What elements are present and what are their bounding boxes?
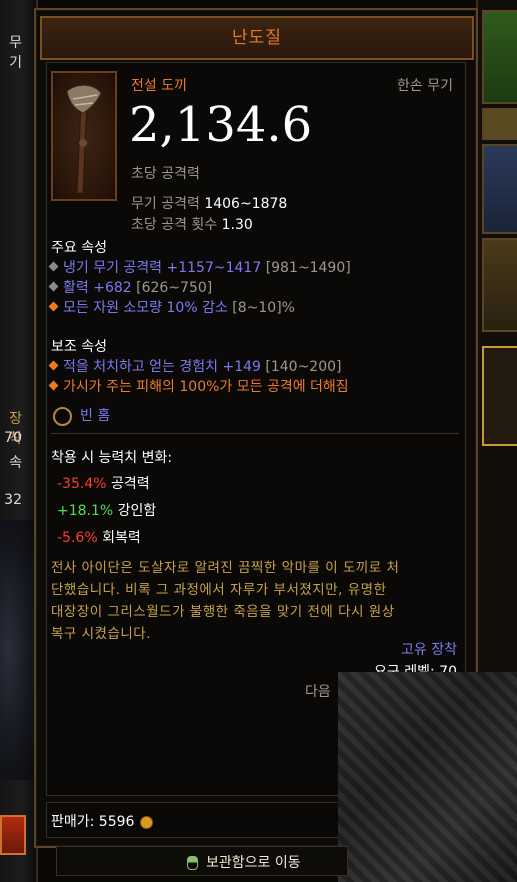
primary-stat: 모든 자원 소모량 10% 감소 [8~10]% xyxy=(48,297,295,317)
blurred-region-pattern xyxy=(338,672,517,882)
stat-change: -5.6% 회복력 xyxy=(57,530,141,546)
flavor-text-line: 대장장이 그리스월드가 불행한 죽음을 맞기 전에 다시 원상 xyxy=(51,604,395,620)
attack-speed-label: 초당 공격 횟수 xyxy=(131,217,218,233)
diamond-bullet-icon xyxy=(48,261,59,272)
axe-icon xyxy=(51,71,117,201)
change-header: 착용 시 능력치 변화: xyxy=(51,450,173,466)
diamond-bullet-icon xyxy=(48,360,59,371)
secondary-header: 보조 속성 xyxy=(51,339,107,355)
sell-price: 판매가: 5596 xyxy=(51,811,154,831)
dps-value: 2,134.6 xyxy=(129,97,313,153)
left-panel-text: 속 xyxy=(9,455,22,471)
inventory-slot[interactable] xyxy=(482,10,517,104)
socket-icon xyxy=(53,406,72,426)
menu-button[interactable] xyxy=(0,815,26,855)
stash-bar[interactable]: 보관함으로 이동 xyxy=(56,846,348,876)
gold-coin-icon xyxy=(140,815,154,829)
left-panel-text: 32 xyxy=(4,492,22,508)
stat-change: -35.4% 공격력 xyxy=(57,476,150,492)
secondary-stat: 가시가 주는 피해의 100%가 모든 공격에 더해짐 xyxy=(48,376,349,396)
flavor-text-line: 복구 시켰습니다. xyxy=(51,626,152,642)
empty-socket: 빈 홈 xyxy=(53,405,110,426)
dps-label: 초당 공격력 xyxy=(131,166,200,182)
diamond-bullet-icon xyxy=(48,301,59,312)
attack-speed-value: 1.30 xyxy=(221,217,253,233)
left-panel: 무기 장착 70 속 32 xyxy=(0,0,38,882)
diamond-bullet-icon xyxy=(48,281,59,292)
primary-stat: 활력 +682 [626~750] xyxy=(48,277,212,297)
unique-equip: 고유 장착 xyxy=(401,642,457,658)
inventory-slot[interactable] xyxy=(482,238,517,332)
flavor-text-line: 단했습니다. 비록 그 과정에서 자루가 부서졌지만, 유명한 xyxy=(51,582,387,598)
move-to-stash[interactable]: 보관함으로 이동 xyxy=(187,852,301,872)
primary-header: 주요 속성 xyxy=(51,240,107,256)
left-panel-text: 무기 xyxy=(9,35,22,71)
inventory-slot[interactable] xyxy=(482,108,517,140)
rune-decoration xyxy=(0,520,36,780)
weapon-damage-row: 무기 공격력 1406~1878 xyxy=(131,193,287,213)
primary-stat: 냉기 무기 공격력 +1157~1417 [981~1490] xyxy=(48,257,351,277)
weapon-damage-value: 1406~1878 xyxy=(204,196,288,212)
left-panel-text: 70 xyxy=(4,430,22,446)
secondary-stat: 적을 처치하고 얻는 경험치 +149 [140~200] xyxy=(48,356,342,376)
mouse-icon xyxy=(187,856,198,870)
item-title: 난도질 xyxy=(40,16,474,60)
weapon-damage-label: 무기 공격력 xyxy=(131,196,200,212)
attack-speed-row: 초당 공격 횟수 1.30 xyxy=(131,214,253,234)
inventory-slot-selected[interactable] xyxy=(482,346,517,446)
stat-change: +18.1% 강인함 xyxy=(57,503,157,519)
diamond-bullet-icon xyxy=(48,380,59,391)
next-label: 다음 xyxy=(305,684,331,700)
inventory-slot[interactable] xyxy=(482,144,517,234)
divider xyxy=(51,433,459,434)
slot-type: 한손 무기 xyxy=(397,78,453,94)
item-type: 전설 도끼 xyxy=(131,78,187,94)
flavor-text-line: 전사 아이단은 도살자로 알려진 끔찍한 악마를 이 도끼로 처 xyxy=(51,560,400,576)
